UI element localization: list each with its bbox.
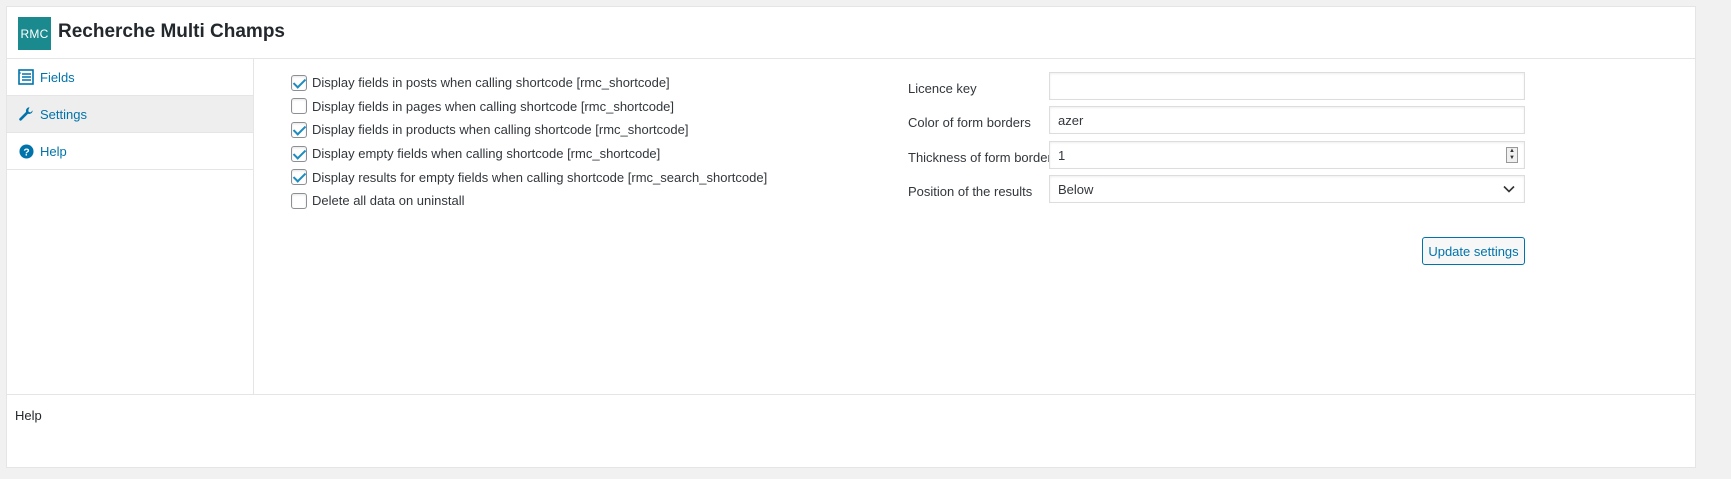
checkbox-empty-fields[interactable] [291,145,307,162]
option-empty-results[interactable]: Display results for empty fields when ca… [291,165,767,189]
results-position-label: Position of the results [908,183,1033,199]
licence-key-label: Licence key [908,81,977,96]
option-delete-data[interactable]: Delete all data on uninstall [291,189,767,213]
footer: Help [7,394,1695,469]
number-spinner-icon[interactable]: ▲ ▼ [1506,146,1518,163]
option-label: Display fields in posts when calling sho… [312,75,670,91]
option-label: Display empty fields when calling shortc… [312,146,661,162]
options-list: Display fields in posts when calling sho… [291,71,767,213]
results-position-select[interactable]: Below [1049,174,1525,203]
border-color-input[interactable]: azer [1049,106,1525,135]
border-thickness-value: 1 [1058,147,1066,163]
sidebar-item-label: Fields [40,69,75,85]
border-thickness-input[interactable]: 1 ▲ ▼ [1049,140,1525,169]
chevron-down-icon [1503,185,1515,193]
border-thickness-label: Thickness of form borders [908,149,1059,165]
option-label: Display fields in pages when calling sho… [312,98,675,114]
sidebar-item-label: Settings [40,106,87,122]
form-row-thickness: Thickness of form borders 1 ▲ ▼ [908,140,1528,174]
option-pages[interactable]: Display fields in pages when calling sho… [291,95,767,119]
checkbox-empty-results[interactable] [291,169,307,186]
update-settings-button[interactable]: Update settings [1422,237,1525,265]
app-title: Recherche Multi Champs [58,21,285,42]
checkbox-pages[interactable] [291,98,307,115]
sidebar-item-help[interactable]: ? Help [7,133,253,170]
sidebar-item-settings[interactable]: Settings [7,96,253,133]
help-icon: ? [17,142,35,160]
settings-content: Display fields in posts when calling sho… [255,59,1695,394]
settings-form: Licence key Color of form borders azer T… [908,71,1528,208]
form-row-color: Color of form borders azer [908,105,1528,139]
wrench-icon [17,105,35,123]
checkbox-delete-data[interactable] [291,192,307,209]
option-label: Delete all data on uninstall [312,193,465,209]
option-label: Display fields in products when calling … [312,122,689,138]
sidebar-item-fields[interactable]: Fields [7,59,253,96]
sidebar: Fields Settings ? Help [7,59,254,394]
option-empty-fields[interactable]: Display empty fields when calling shortc… [291,142,767,166]
header: RMC Recherche Multi Champs [7,7,1695,59]
form-row-licence: Licence key [908,71,1528,105]
sidebar-item-label: Help [40,143,67,159]
results-position-value: Below [1058,181,1094,197]
option-products[interactable]: Display fields in products when calling … [291,118,767,142]
plugin-panel: RMC Recherche Multi Champs Fields Settin… [6,6,1696,468]
svg-text:?: ? [23,147,29,158]
option-label: Display results for empty fields when ca… [312,169,768,185]
logo: RMC [18,17,51,50]
option-posts[interactable]: Display fields in posts when calling sho… [291,71,767,95]
list-icon [17,68,35,86]
footer-help-label: Help [15,408,42,423]
border-color-label: Color of form borders [908,115,1031,131]
licence-key-input[interactable] [1049,72,1525,100]
checkbox-products[interactable] [291,121,307,138]
form-row-position: Position of the results Below [908,174,1528,208]
checkbox-posts[interactable] [291,74,307,91]
